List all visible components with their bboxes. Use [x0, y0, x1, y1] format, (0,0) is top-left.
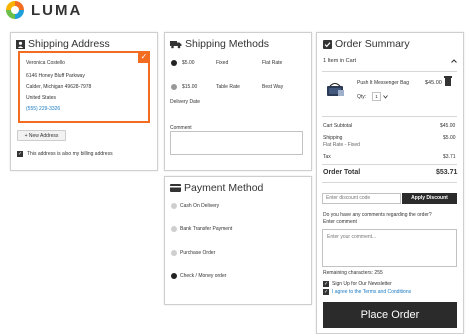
credit-card-icon — [170, 184, 181, 192]
order-comment-input[interactable]: Enter your comment... — [322, 229, 457, 267]
shipping-method-radio-table-rate[interactable] — [171, 84, 177, 90]
items-in-cart-toggle[interactable]: 1 Item in Cart — [323, 58, 356, 64]
method-name: Table Rate — [216, 84, 240, 90]
divider — [322, 71, 457, 72]
method-price: $5.00 — [182, 60, 195, 66]
payment-option-label: Cash On Delivery — [180, 203, 220, 209]
divider — [322, 182, 457, 183]
trash-icon[interactable] — [444, 76, 452, 86]
user-icon — [16, 39, 25, 49]
order-summary-title: Order Summary — [323, 38, 410, 50]
cart-subtotal-value: $45.00 — [440, 123, 456, 129]
order-total-label: Order Total — [323, 169, 361, 176]
tax-value: $3.71 — [443, 154, 456, 160]
chevron-up-icon[interactable] — [451, 59, 457, 63]
qty-input[interactable]: 1 — [372, 92, 381, 101]
chevron-down-icon[interactable] — [383, 95, 388, 99]
product-thumbnail — [327, 83, 344, 96]
order-total-value: $53.71 — [436, 169, 458, 176]
method-price: $15.00 — [182, 84, 198, 90]
luma-logo[interactable]: LUMA — [6, 0, 82, 20]
checkmark-icon: ✓ — [138, 51, 150, 63]
shipping-address-title: Shipping Address — [16, 38, 110, 50]
tax-label: Tax — [323, 154, 331, 160]
truck-icon — [170, 40, 182, 48]
address-country: United States — [26, 95, 57, 101]
newsletter-label: Sign Up for Our Newsletter — [332, 281, 392, 287]
payment-method-title: Payment Method — [170, 182, 263, 194]
brand-name: LUMA — [31, 1, 83, 19]
newsletter-checkbox[interactable]: ✓ — [323, 281, 329, 287]
selected-address-card[interactable]: ✓ Veronica Costello 6146 Honey Bluff Par… — [18, 51, 150, 123]
divider — [322, 164, 457, 165]
payment-radio-cash[interactable] — [171, 203, 177, 209]
shipping-label: Shipping — [323, 135, 343, 141]
address-phone[interactable]: (555) 229-3326 — [26, 106, 60, 112]
billing-same-checkbox[interactable]: ✓ — [17, 151, 23, 157]
discount-code-input[interactable]: Enter discount code — [322, 193, 401, 204]
payment-radio-purchase-order[interactable] — [171, 250, 177, 256]
shipping-comment-input[interactable] — [170, 131, 303, 155]
payment-method-panel — [164, 176, 312, 305]
terms-checkbox[interactable]: ✓ — [323, 289, 329, 295]
divider — [322, 116, 457, 117]
luma-logo-icon — [6, 1, 24, 19]
address-name: Veronica Costello — [26, 60, 65, 66]
qty-label: Qty: — [357, 94, 367, 100]
payment-option-label: Purchase Order — [180, 250, 216, 256]
shipping-value: $5.00 — [443, 135, 456, 141]
cart-subtotal-label: Cart Subtotal — [323, 123, 353, 129]
payment-option-label: Bank Transfer Payment — [180, 226, 233, 232]
place-order-button[interactable]: Place Order — [323, 302, 457, 328]
shipping-method-summary: Flat Rate - Fixed — [323, 142, 360, 148]
apply-discount-button[interactable]: Apply Discount — [402, 193, 457, 204]
comments-question: Do you have any comments regarding the o… — [323, 212, 432, 218]
payment-radio-bank-transfer[interactable] — [171, 226, 177, 232]
terms-link[interactable]: I agree to the Terms and Conditions — [332, 289, 411, 295]
checkmark-box-icon — [323, 39, 332, 49]
shipping-method-radio-fixed[interactable] — [171, 60, 177, 66]
shipping-methods-title: Shipping Methods — [170, 38, 269, 50]
billing-same-label: This address is also my billing address — [27, 151, 113, 157]
product-name: Push It Messenger Bag — [357, 80, 409, 86]
address-city: Calder, Michigan 49628-7978 — [26, 84, 92, 90]
product-price: $45.00 — [425, 80, 442, 86]
method-carrier: Flat Rate — [262, 60, 283, 66]
delivery-date-label: Delivery Date — [170, 99, 201, 105]
remaining-characters: Remaining characters: 255 — [323, 270, 383, 276]
method-name: Fixed — [216, 60, 229, 66]
method-carrier: Best Way — [262, 84, 284, 90]
comment-field-label: Enter comment — [323, 219, 357, 225]
new-address-button[interactable]: + New Address — [17, 130, 66, 141]
payment-radio-check-money-order[interactable] — [171, 273, 177, 279]
address-street: 6146 Honey Bluff Parkway — [26, 73, 85, 79]
payment-option-label: Check / Money order — [180, 273, 227, 279]
